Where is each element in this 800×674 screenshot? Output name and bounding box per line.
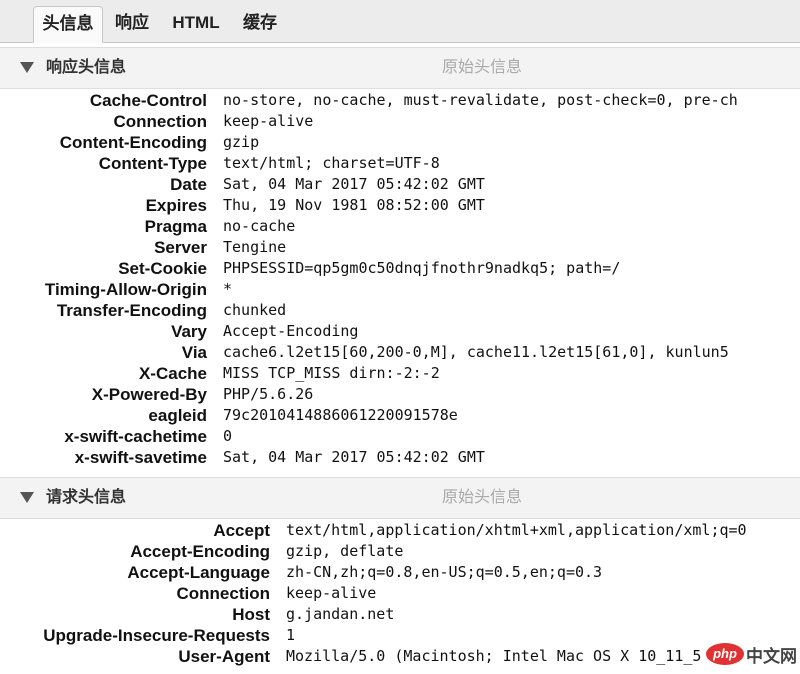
section-title: 响应头信息: [46, 59, 127, 76]
header-name: Vary: [171, 322, 207, 341]
header-value: 79c2010414886061220091578e: [223, 406, 458, 424]
header-name: Cache-Control: [89, 91, 207, 110]
header-row: Accept-Language zh-CN,zh;q=0.8,en-US;q=0.…: [0, 562, 800, 583]
header-row: Upgrade-Insecure-Requests 1: [0, 625, 800, 646]
header-name: Timing-Allow-Origin: [44, 280, 207, 299]
header-value: 0: [223, 427, 233, 445]
header-value: zh-CN,zh;q=0.8,en-US;q=0.5,en;q=0.3: [286, 563, 603, 581]
header-name: X-Powered-By: [91, 385, 207, 404]
collapse-triangle-icon[interactable]: [20, 492, 34, 503]
header-row: Set-Cookie PHPSESSID=qp5gm0c50dnqjfnothr9…: [0, 258, 800, 279]
header-value: no-store, no-cache, must-revalidate, pos…: [223, 91, 738, 109]
header-row: Expires Thu, 19 Nov 1981 08:52:00 GMT: [0, 195, 800, 216]
header-value: Sat, 04 Mar 2017 05:42:02 GMT: [223, 175, 485, 193]
tab-headers[interactable]: 头信息: [33, 6, 103, 43]
header-row: Pragma no-cache: [0, 216, 800, 237]
header-row: Via cache6.l2et15[60,200-0,M], cache11.l2…: [0, 342, 800, 363]
header-value: MISS TCP_MISS dirn:-2:-2: [223, 364, 440, 382]
response-headers-list: Cache-Control no-store, no-cache, must-re…: [0, 90, 800, 468]
header-name: Accept-Encoding: [130, 542, 270, 561]
header-value: Mozilla/5.0 (Macintosh; Intel Mac OS X 1…: [286, 647, 702, 665]
header-row: X-Powered-By PHP/5.6.26: [0, 384, 800, 405]
tab-response[interactable]: 响应: [108, 6, 156, 40]
header-row: Connection keep-alive: [0, 111, 800, 132]
header-name: Accept-Language: [127, 563, 270, 582]
header-row: Timing-Allow-Origin *: [0, 279, 800, 300]
header-value: 1: [286, 626, 296, 644]
header-value: text/html; charset=UTF-8: [223, 154, 440, 172]
header-name: Accept: [213, 521, 270, 540]
header-row: Vary Accept-Encoding: [0, 321, 800, 342]
header-row: x-swift-cachetime 0: [0, 426, 800, 447]
header-value: *: [223, 280, 233, 298]
request-headers-list: Accept text/html,application/xhtml+xml,ap…: [0, 520, 800, 667]
header-name: Transfer-Encoding: [56, 301, 207, 320]
tab-bar: 头信息 响应 HTML 缓存: [0, 0, 800, 43]
header-name: Upgrade-Insecure-Requests: [43, 626, 270, 645]
header-value: Thu, 19 Nov 1981 08:52:00 GMT: [223, 196, 485, 214]
header-row: Cache-Control no-store, no-cache, must-re…: [0, 90, 800, 111]
header-row: Connection keep-alive: [0, 583, 800, 604]
php-logo-icon: php: [706, 643, 744, 665]
header-value: PHPSESSID=qp5gm0c50dnqjfnothr9nadkq5; pa…: [223, 259, 621, 277]
header-value: Sat, 04 Mar 2017 05:42:02 GMT: [223, 448, 485, 466]
header-row: Accept text/html,application/xhtml+xml,ap…: [0, 520, 800, 541]
header-value: cache6.l2et15[60,200-0,M], cache11.l2et1…: [223, 343, 729, 361]
tab-cache[interactable]: 缓存: [236, 6, 284, 40]
header-row: Server Tengine: [0, 237, 800, 258]
tab-html[interactable]: HTML: [164, 6, 228, 40]
header-name: Via: [181, 343, 207, 362]
header-name: Server: [154, 238, 207, 257]
header-value: keep-alive: [286, 584, 377, 602]
response-headers-section-header[interactable]: 响应头信息 原始头信息: [0, 47, 800, 89]
section-title: 请求头信息: [46, 489, 127, 506]
header-row: Transfer-Encoding chunked: [0, 300, 800, 321]
header-name: Content-Encoding: [59, 133, 207, 152]
request-headers-section-header[interactable]: 请求头信息 原始头信息: [0, 477, 800, 519]
header-value: PHP/5.6.26: [223, 385, 314, 403]
header-value: Tengine: [223, 238, 287, 256]
header-name: Host: [232, 605, 270, 624]
header-value: g.jandan.net: [286, 605, 395, 623]
header-name: x-swift-savetime: [74, 448, 207, 467]
site-watermark: php 中文网: [704, 640, 800, 670]
header-name: x-swift-cachetime: [64, 427, 207, 446]
header-name: Pragma: [144, 217, 207, 236]
header-value: chunked: [223, 301, 287, 319]
raw-headers-link[interactable]: 原始头信息: [442, 48, 522, 88]
header-value: gzip, deflate: [286, 542, 404, 560]
header-name: Content-Type: [98, 154, 207, 173]
header-row: User-Agent Mozilla/5.0 (Macintosh; Intel …: [0, 646, 800, 667]
header-name: Connection: [176, 584, 271, 603]
header-row: Content-Encoding gzip: [0, 132, 800, 153]
header-name: User-Agent: [178, 647, 270, 666]
header-name: Date: [170, 175, 207, 194]
header-name: Expires: [145, 196, 207, 215]
header-value: keep-alive: [223, 112, 314, 130]
header-row: x-swift-savetime Sat, 04 Mar 2017 05:42:0…: [0, 447, 800, 468]
header-value: Accept-Encoding: [223, 322, 359, 340]
header-value: gzip: [223, 133, 260, 151]
header-name: X-Cache: [138, 364, 207, 383]
header-row: Accept-Encoding gzip, deflate: [0, 541, 800, 562]
watermark-text: 中文网: [746, 647, 797, 667]
header-row: eagleid 79c2010414886061220091578e: [0, 405, 800, 426]
collapse-triangle-icon[interactable]: [20, 62, 34, 73]
header-row: X-Cache MISS TCP_MISS dirn:-2:-2: [0, 363, 800, 384]
header-value: no-cache: [223, 217, 296, 235]
header-row: Date Sat, 04 Mar 2017 05:42:02 GMT: [0, 174, 800, 195]
header-row: Host g.jandan.net: [0, 604, 800, 625]
header-value: text/html,application/xhtml+xml,applicat…: [286, 521, 747, 539]
raw-headers-link[interactable]: 原始头信息: [442, 478, 522, 518]
header-row: Content-Type text/html; charset=UTF-8: [0, 153, 800, 174]
header-name: eagleid: [148, 406, 207, 425]
header-name: Set-Cookie: [118, 259, 207, 278]
header-name: Connection: [113, 112, 208, 131]
